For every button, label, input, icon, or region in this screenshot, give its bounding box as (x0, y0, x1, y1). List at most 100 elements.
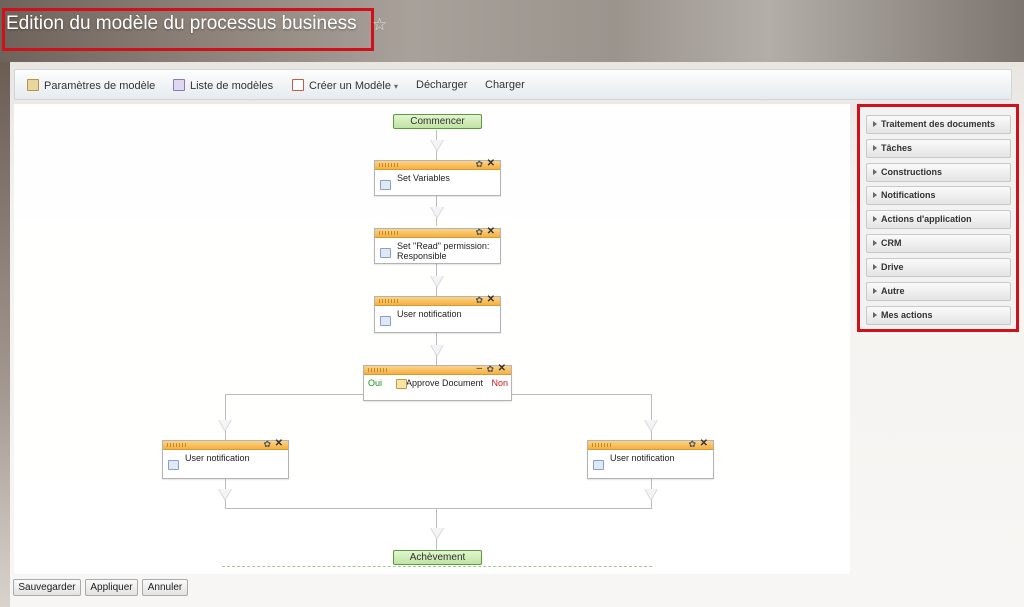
activity-header[interactable]: ✿ ✕ (375, 294, 500, 306)
new-doc-icon (292, 79, 304, 91)
minimize-icon[interactable]: – (476, 363, 482, 374)
approve-icon (396, 379, 407, 389)
permission-icon (380, 248, 391, 258)
save-button[interactable]: Sauvegarder (13, 579, 81, 596)
cancel-button[interactable]: Annuler (142, 579, 188, 596)
panel-item-label: Traitement des documents (881, 119, 996, 129)
close-icon[interactable]: ✕ (700, 438, 708, 449)
toolbar-unload[interactable]: Décharger (416, 79, 467, 91)
activity-label: Set Variables (397, 173, 450, 183)
activity-label: Approve Document (406, 378, 484, 388)
activity-approve-document[interactable]: – ✿ ✕ Oui Approve Document Non (363, 363, 512, 401)
connector-arrow (430, 528, 444, 540)
close-icon[interactable]: ✕ (487, 158, 495, 169)
close-icon[interactable]: ✕ (487, 226, 495, 237)
connector-arrow (644, 489, 658, 501)
panel-item-my-actions[interactable]: Mes actions (866, 306, 1011, 325)
toolbar: Paramètres de modèle Liste de modèles Cr… (14, 69, 1012, 100)
connector-arrow (430, 140, 444, 152)
panel-item-drive[interactable]: Drive (866, 258, 1011, 277)
activity-set-permission[interactable]: ✿ ✕ Set "Read" permission: Responsible (374, 226, 501, 264)
activity-header[interactable]: ✿ ✕ (163, 438, 288, 450)
activity-set-variables[interactable]: ✿ ✕ Set Variables (374, 158, 501, 196)
connector-arrow (218, 420, 232, 432)
activity-header[interactable]: ✿ ✕ (375, 226, 500, 238)
apply-button[interactable]: Appliquer (85, 579, 138, 596)
expand-icon (873, 216, 877, 222)
activity-user-notification-left[interactable]: ✿ ✕ User notification (162, 438, 289, 479)
panel-item-app-actions[interactable]: Actions d'application (866, 210, 1011, 229)
gear-icon[interactable]: ✿ (475, 227, 483, 238)
chevron-down-icon: ▾ (394, 82, 399, 91)
expand-icon (873, 145, 877, 151)
panel-item-constructions[interactable]: Constructions (866, 163, 1011, 182)
gear-icon[interactable]: ✿ (263, 439, 271, 450)
list-icon (173, 79, 185, 91)
expand-icon (873, 169, 877, 175)
branch-line-left (225, 394, 365, 395)
connector-arrow (430, 207, 444, 219)
activity-label: User notification (185, 453, 250, 463)
connector-arrow (430, 276, 444, 288)
panel-item-label: Autre (881, 286, 905, 296)
activity-label: User notification (397, 309, 462, 319)
drag-handle[interactable] (592, 443, 612, 447)
panel-item-other[interactable]: Autre (866, 282, 1011, 301)
connector-arrow (644, 420, 658, 432)
panel-item-document-processing[interactable]: Traitement des documents (866, 115, 1011, 134)
close-icon[interactable]: ✕ (487, 294, 495, 305)
toolbar-model-list[interactable]: Liste de modèles (173, 79, 273, 92)
connector-line (225, 394, 226, 440)
expand-icon (873, 264, 877, 270)
toolbar-model-list-label: Liste de modèles (190, 80, 274, 92)
start-block[interactable]: Commencer (393, 114, 482, 129)
branch-line-right (511, 394, 651, 395)
drag-handle[interactable] (167, 443, 187, 447)
toolbar-load[interactable]: Charger (485, 79, 525, 91)
connector-arrow (218, 489, 232, 501)
activities-panel: Traitement des documents Tâches Construc… (857, 104, 1019, 332)
activity-user-notification-right[interactable]: ✿ ✕ User notification (587, 438, 714, 479)
drag-handle[interactable] (379, 231, 399, 235)
connector-line (651, 394, 652, 440)
expand-icon (873, 312, 877, 318)
drag-handle[interactable] (368, 368, 388, 372)
activity-header[interactable]: ✿ ✕ (375, 158, 500, 170)
activity-user-notification[interactable]: ✿ ✕ User notification (374, 294, 501, 333)
panel-item-tasks[interactable]: Tâches (866, 139, 1011, 158)
gear-icon[interactable]: ✿ (688, 439, 696, 450)
toolbar-create-model-label: Créer un Modèle (309, 80, 391, 92)
favorite-star-icon[interactable]: ☆ (372, 15, 387, 35)
panel-item-crm[interactable]: CRM (866, 234, 1011, 253)
drag-handle[interactable] (379, 163, 399, 167)
drag-handle[interactable] (379, 299, 399, 303)
expand-icon (873, 121, 877, 127)
close-icon[interactable]: ✕ (275, 438, 283, 449)
panel-item-label: Notifications (881, 190, 936, 200)
branch-yes-label: Oui (368, 378, 383, 388)
merge-line (225, 508, 652, 509)
connector-arrow (430, 345, 444, 357)
end-dashed-line (222, 566, 652, 567)
panel-item-notifications[interactable]: Notifications (866, 186, 1011, 205)
notification-icon (168, 460, 179, 470)
toolbar-model-settings-label: Paramètres de modèle (44, 80, 156, 92)
expand-icon (873, 288, 877, 294)
panel-item-label: Tâches (881, 143, 913, 153)
activity-header[interactable]: ✿ ✕ (588, 438, 713, 450)
toolbar-create-model[interactable]: Créer un Modèle ▾ (292, 79, 398, 92)
title-highlight-box (2, 8, 374, 51)
close-icon[interactable]: ✕ (498, 363, 506, 374)
branch-no-label: Non (491, 378, 508, 388)
gear-icon[interactable]: ✿ (475, 159, 483, 170)
gear-icon[interactable]: ✿ (486, 364, 494, 375)
gear-icon[interactable]: ✿ (475, 295, 483, 306)
background-left-edge (0, 62, 10, 607)
toolbar-model-settings[interactable]: Paramètres de modèle (27, 79, 155, 92)
panel-item-label: Actions d'application (881, 214, 972, 224)
activity-header[interactable]: – ✿ ✕ (364, 363, 511, 375)
notification-icon (380, 316, 391, 326)
panel-item-label: Constructions (881, 167, 943, 177)
end-block[interactable]: Achèvement (393, 550, 482, 565)
activity-label: User notification (610, 453, 675, 463)
